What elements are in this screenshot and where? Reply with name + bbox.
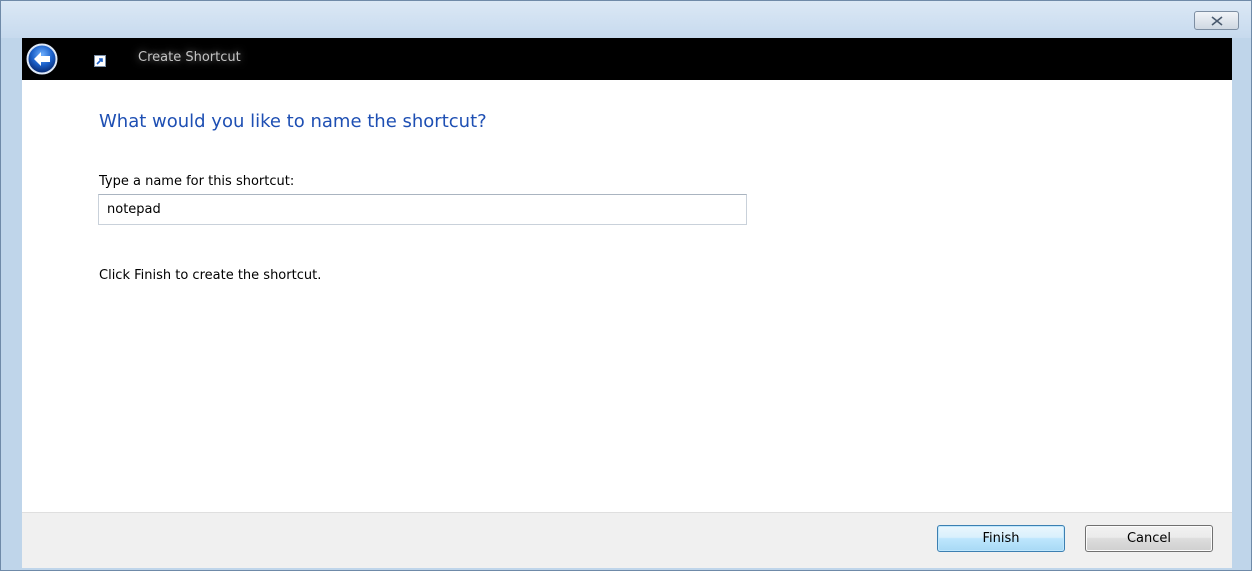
finish-hint: Click Finish to create the shortcut. (99, 268, 322, 283)
wizard-content: What would you like to name the shortcut… (22, 80, 1232, 512)
wizard-footer: Finish Cancel (22, 512, 1232, 568)
cancel-button[interactable]: Cancel (1085, 525, 1213, 552)
create-shortcut-window: Create Shortcut What would you like to n… (0, 0, 1252, 571)
close-icon (1211, 15, 1222, 26)
finish-button[interactable]: Finish (937, 525, 1065, 552)
shortcut-name-input[interactable] (98, 194, 747, 225)
window-frame (1, 1, 1251, 38)
back-arrow-icon[interactable] (26, 43, 58, 75)
shortcut-name-label: Type a name for this shortcut: (99, 174, 295, 189)
page-heading: What would you like to name the shortcut… (99, 111, 487, 132)
wizard-titlebar: Create Shortcut (22, 38, 1232, 80)
window-title: Create Shortcut (138, 50, 241, 65)
shortcut-icon (94, 55, 106, 67)
close-button[interactable] (1194, 11, 1239, 30)
